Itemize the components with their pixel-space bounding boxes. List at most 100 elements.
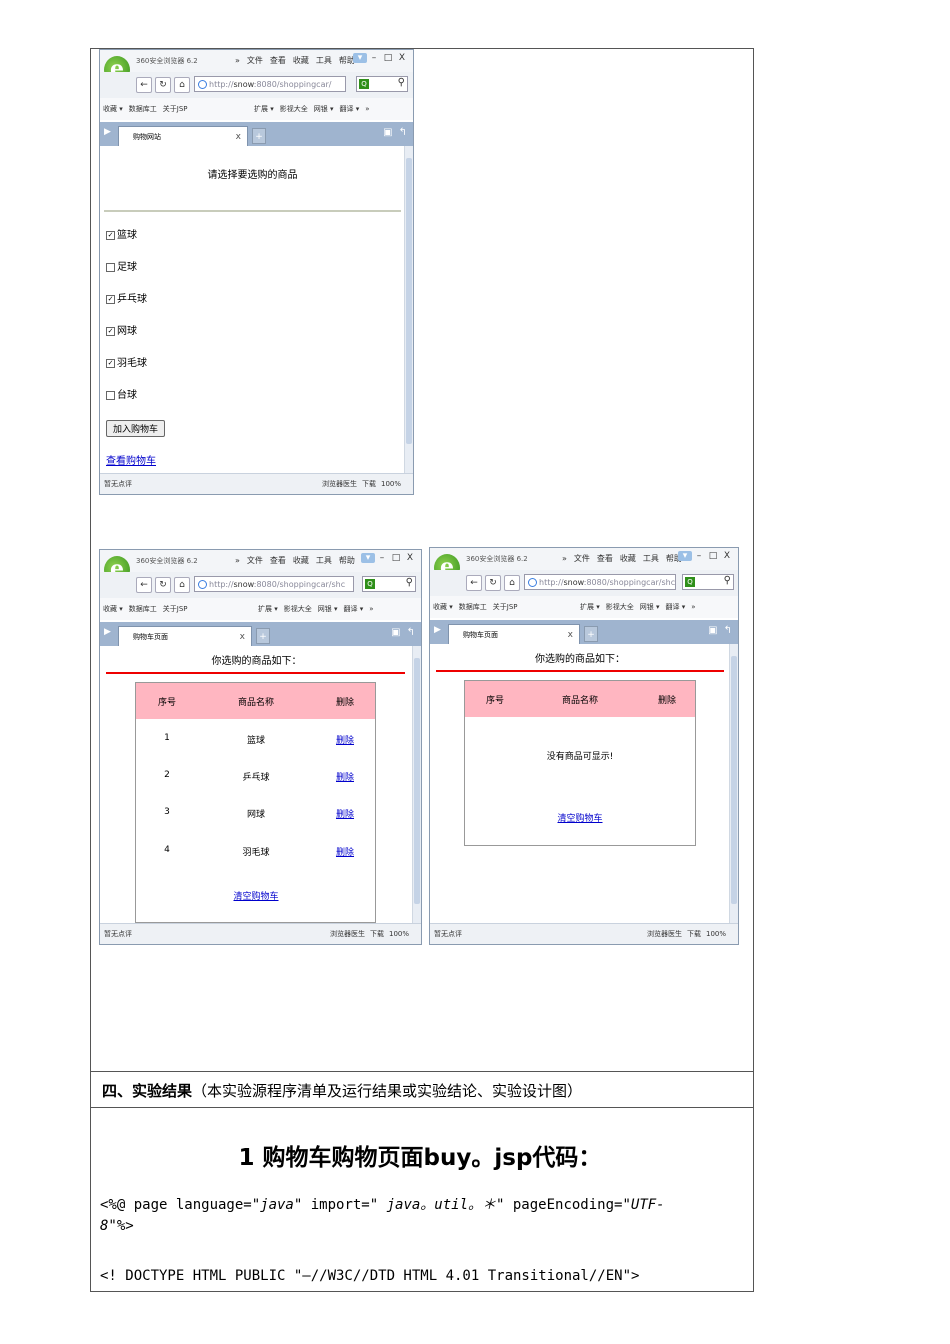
checkbox-checked[interactable]: ✓ [106,230,115,240]
minimize-button[interactable]: – [692,551,706,561]
item-badminton[interactable]: ✓ 羽毛球 [106,354,147,369]
fav-translate[interactable]: 翻译 ▾ [666,603,686,611]
item-basketball[interactable]: ✓ 篮球 [106,226,137,241]
menu-file[interactable]: 文件 [574,554,590,563]
menu-file[interactable]: 文件 [247,556,263,565]
fav-bank[interactable]: 网银 ▾ [640,603,660,611]
menu-tools[interactable]: 工具 [316,56,332,65]
search-input[interactable]: Q ⚲ [356,76,408,92]
checkbox-unchecked[interactable] [106,262,115,272]
fav-database[interactable]: 数据库工 [129,605,157,613]
fav-translate[interactable]: 翻译 ▾ [344,605,364,613]
menu-favorites[interactable]: 收藏 [620,554,636,563]
tab-shopping[interactable]: 购物网站 x [118,126,248,146]
search-icon[interactable]: ⚲ [724,575,731,586]
menu-tools[interactable]: 工具 [643,554,659,563]
item-tennis[interactable]: ✓ 网球 [106,322,137,337]
search-input[interactable]: Q ⚲ [682,574,734,590]
search-input[interactable]: Q ⚲ [362,576,416,592]
download[interactable]: 下载 [362,480,376,488]
address-input[interactable]: http://snow:8080/shoppingcar/shc [194,576,354,592]
menu-tools[interactable]: 工具 [316,556,332,565]
delete-link[interactable]: 删除 [336,807,354,820]
maximize-button[interactable]: □ [389,553,403,563]
item-pingpong[interactable]: ✓ 乒乓球 [106,290,147,305]
browser-doctor[interactable]: 浏览器医生 [647,930,682,938]
home-icon[interactable]: ⌂ [174,577,190,593]
fav-favorites[interactable]: 收藏 ▾ [103,605,123,613]
menu-view[interactable]: 查看 [270,56,286,65]
menu-help[interactable]: 帮助 [339,556,355,565]
close-button[interactable]: X [395,53,409,63]
refresh-icon[interactable]: ↻ [155,577,171,593]
menu-favorites[interactable]: 收藏 [293,56,309,65]
fav-about-jsp[interactable]: 关于JSP [163,105,188,113]
browser-doctor[interactable]: 浏览器医生 [322,480,357,488]
scrollbar[interactable] [404,146,413,474]
new-tab-button[interactable]: + [252,128,266,144]
minimize-button[interactable]: – [375,553,389,563]
refresh-icon[interactable]: ↻ [485,575,501,591]
menu-more[interactable]: » [235,56,240,65]
address-input[interactable]: http://snow:8080/shoppingcar/shc [524,574,676,590]
menu-favorites[interactable]: 收藏 [293,556,309,565]
menu-view[interactable]: 查看 [597,554,613,563]
skin-button[interactable]: ▾ [361,553,375,563]
zoom-level[interactable]: 100% [706,930,726,938]
checkbox-checked[interactable]: ✓ [106,294,115,304]
maximize-button[interactable]: □ [706,551,720,561]
fav-database[interactable]: 数据库工 [459,603,487,611]
fav-more[interactable]: » [691,603,695,611]
search-icon[interactable]: ⚲ [406,577,413,588]
clear-cart-link[interactable]: 清空购物车 [233,889,278,902]
close-button[interactable]: X [720,551,734,561]
restore-icon[interactable]: ▣ [383,127,392,138]
restore-icon[interactable]: ▣ [708,625,717,636]
sidebar-toggle-icon[interactable]: ▶ [104,127,111,137]
undo-icon[interactable]: ↰ [724,625,732,636]
back-arrow-icon[interactable]: ← [136,577,152,593]
download[interactable]: 下载 [370,930,384,938]
menu-more[interactable]: » [235,556,240,565]
refresh-icon[interactable]: ↻ [155,77,171,93]
restore-icon[interactable]: ▣ [391,627,400,638]
delete-link[interactable]: 删除 [336,733,354,746]
fav-translate[interactable]: 翻译 ▾ [340,105,360,113]
tab-close-icon[interactable]: x [240,627,245,647]
delete-link[interactable]: 删除 [336,845,354,858]
new-tab-button[interactable]: + [256,628,270,644]
scrollbar[interactable] [412,646,421,924]
close-button[interactable]: X [403,553,417,563]
sidebar-toggle-icon[interactable]: ▶ [434,625,441,635]
fav-extensions[interactable]: 扩展 ▾ [258,605,278,613]
view-cart-link[interactable]: 查看购物车 [106,456,156,467]
fav-more[interactable]: » [365,105,369,113]
minimize-button[interactable]: – [367,53,381,63]
back-arrow-icon[interactable]: ← [466,575,482,591]
menu-view[interactable]: 查看 [270,556,286,565]
new-tab-button[interactable]: + [584,626,598,642]
add-to-cart-button[interactable]: 加入购物车 [106,420,166,437]
home-icon[interactable]: ⌂ [504,575,520,591]
menu-file[interactable]: 文件 [247,56,263,65]
zoom-level[interactable]: 100% [381,480,401,488]
zoom-level[interactable]: 100% [389,930,409,938]
fav-extensions[interactable]: 扩展 ▾ [580,603,600,611]
delete-link[interactable]: 删除 [336,770,354,783]
tab-cart[interactable]: 购物车页面 x [118,626,252,646]
checkbox-checked[interactable]: ✓ [106,358,115,368]
fav-video[interactable]: 影视大全 [284,605,312,613]
fav-database[interactable]: 数据库工 [129,105,157,113]
fav-more[interactable]: » [369,605,373,613]
skin-button[interactable]: ▾ [678,551,692,561]
fav-bank[interactable]: 网银 ▾ [314,105,334,113]
tab-close-icon[interactable]: x [568,625,573,645]
sidebar-toggle-icon[interactable]: ▶ [104,627,111,637]
fav-video[interactable]: 影视大全 [606,603,634,611]
fav-bank[interactable]: 网银 ▾ [318,605,338,613]
menu-more[interactable]: » [562,554,567,563]
fav-favorites[interactable]: 收藏 ▾ [433,603,453,611]
download[interactable]: 下载 [687,930,701,938]
tab-cart[interactable]: 购物车页面 x [448,624,580,644]
fav-about-jsp[interactable]: 关于JSP [163,605,188,613]
